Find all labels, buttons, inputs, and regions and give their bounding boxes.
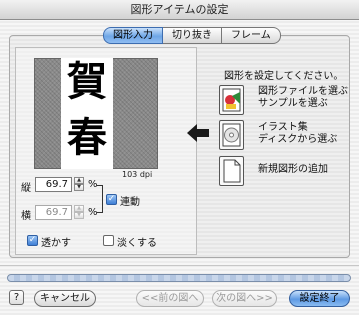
help-button[interactable]: ?: [9, 290, 24, 305]
file-image-icon: [222, 88, 241, 112]
light-label: 淡くする: [117, 238, 157, 249]
transparent-checkbox[interactable]: ✓: [27, 235, 38, 246]
next-button[interactable]: 次の図へ>>: [212, 290, 277, 307]
width-field[interactable]: 69.7: [35, 205, 72, 220]
add-new-shape-button[interactable]: [219, 156, 244, 186]
choose-disc-button[interactable]: [219, 120, 244, 150]
stepper-down-icon[interactable]: ▼: [74, 184, 84, 191]
choose-file-line1: 図形ファイルを選ぶ: [258, 86, 348, 97]
width-stepper[interactable]: ▲ ▼: [74, 205, 84, 220]
tab-bar: 図形入力 切り抜き フレーム: [103, 27, 281, 44]
footer-divider: [0, 265, 359, 266]
tab-crop[interactable]: 切り抜き: [163, 27, 222, 44]
link-checkbox[interactable]: ✓: [106, 194, 117, 205]
height-stepper[interactable]: ▲ ▼: [74, 177, 84, 192]
resolution-label: 103 dpi: [122, 170, 153, 179]
window-title: 図形アイテムの設定: [0, 0, 359, 20]
choose-disc-line2: ディスクから選ぶ: [258, 134, 338, 145]
done-button[interactable]: 設定終了: [289, 290, 350, 307]
arrow-left-icon: [187, 124, 209, 142]
preview-kanji-bottom: 春: [67, 114, 107, 161]
transparent-label: 透かす: [41, 238, 71, 249]
stepper-up-icon[interactable]: ▲: [74, 177, 84, 184]
tab-frame[interactable]: フレーム: [222, 27, 281, 44]
instruction-text: 図形を設定してください。: [224, 71, 344, 82]
preview-kanji-top: 賀: [67, 58, 107, 105]
tab-shape-input[interactable]: 図形入力: [103, 27, 163, 44]
cancel-button[interactable]: キャンセル: [34, 290, 96, 307]
link-bracket: [97, 185, 103, 213]
link-label: 連動: [120, 197, 140, 208]
cd-disc-icon: [222, 123, 241, 147]
choose-disc-line1: イラスト集: [258, 122, 308, 133]
width-label: 横: [21, 211, 31, 222]
blank-document-icon: [223, 159, 241, 183]
add-new-shape-label: 新規図形の追加: [258, 164, 328, 175]
height-label: 縦: [21, 183, 31, 194]
choose-file-line2: サンプルを選ぶ: [258, 98, 328, 109]
progress-bar: [7, 274, 351, 282]
stepper-down-icon[interactable]: ▼: [74, 212, 84, 219]
prev-button[interactable]: <<前の図へ: [136, 290, 204, 307]
height-field[interactable]: 69.7: [35, 177, 72, 192]
light-checkbox[interactable]: [103, 235, 114, 246]
stepper-up-icon[interactable]: ▲: [74, 205, 84, 212]
choose-file-button[interactable]: [219, 85, 244, 115]
